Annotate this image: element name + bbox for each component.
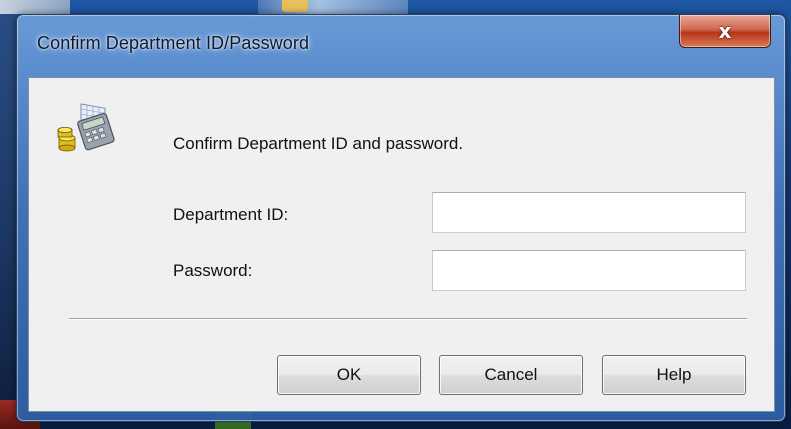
department-id-label: Department ID: (173, 205, 289, 224)
password-input[interactable] (432, 250, 746, 291)
desktop-left-edge (0, 0, 16, 429)
dialog-client-area: Confirm Department ID and password. Depa… (28, 77, 775, 412)
instruction-text: Confirm Department ID and password. (173, 134, 464, 153)
close-icon: x (718, 19, 732, 43)
window-title: Confirm Department ID/Password (37, 33, 310, 53)
password-label: Password: (173, 261, 253, 280)
desktop-folder-icon (282, 0, 308, 12)
title-bar[interactable]: Confirm Department ID/Password x (17, 15, 785, 77)
desktop-top-window (258, 0, 408, 14)
ok-button[interactable]: OK (277, 355, 421, 395)
desktop-top-left-window (0, 0, 70, 14)
help-button[interactable]: Help (602, 355, 746, 395)
dialog-window: Confirm Department ID/Password x Confirm… (16, 14, 786, 422)
close-button[interactable]: x (679, 15, 771, 48)
separator-line (69, 318, 747, 320)
department-id-input[interactable] (432, 192, 746, 233)
cancel-button[interactable]: Cancel (439, 355, 583, 395)
department-id-calculator-icon (57, 103, 115, 152)
